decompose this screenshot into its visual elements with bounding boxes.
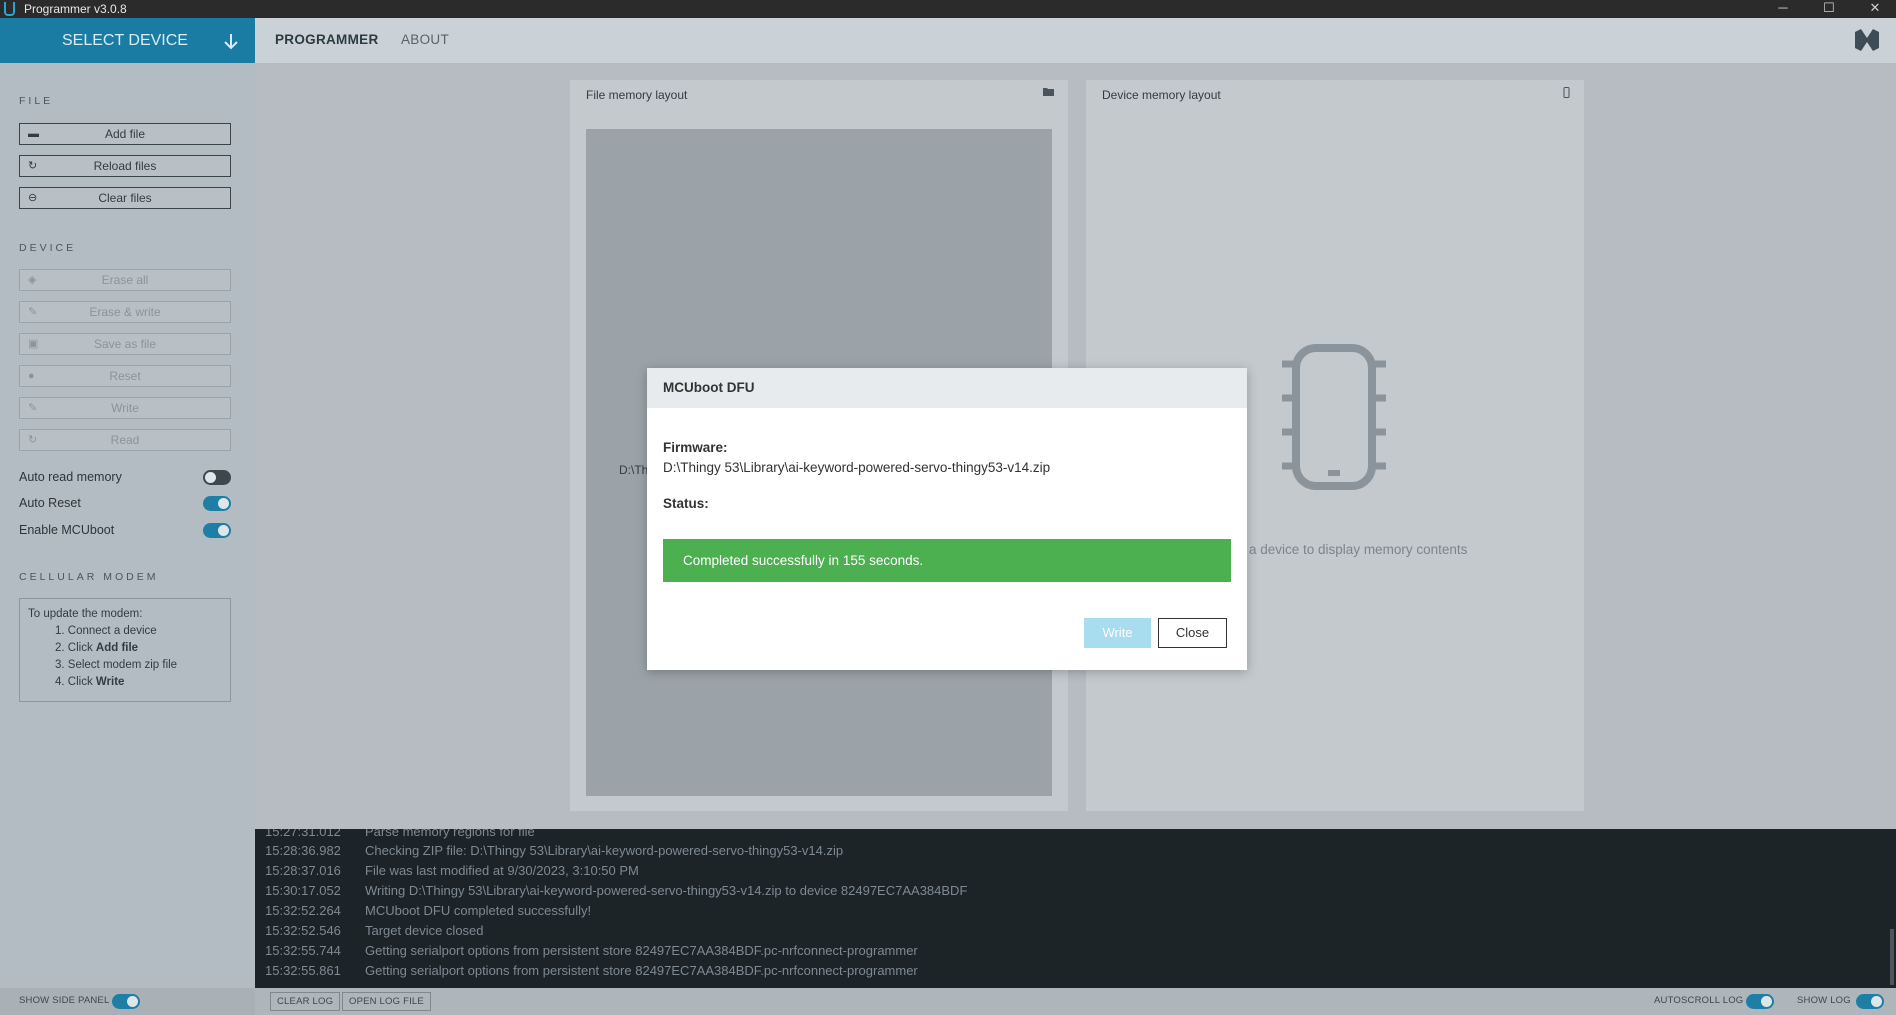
minimize-button[interactable]: ─	[1760, 0, 1806, 18]
auto-read-memory-label: Auto read memory	[19, 470, 122, 484]
save-icon: ▣	[28, 338, 39, 350]
mcuboot-dfu-dialog: MCUboot DFU Firmware: D:\Thingy 53\Libra…	[647, 368, 1247, 670]
modem-step-4: 4. Click Write	[55, 676, 125, 688]
add-file-label: Add file	[104, 127, 146, 141]
reload-files-button[interactable]: ↻ Reload files	[19, 155, 231, 177]
app-icon	[4, 2, 15, 16]
log-entry: 15:30:17.052 Writing D:\Thingy 53\Library…	[265, 883, 968, 898]
log-entry: 15:32:55.861 Getting serialport options f…	[265, 963, 918, 978]
footer-bar: SHOW SIDE PANEL CLEAR LOG OPEN LOG FILE …	[0, 988, 1896, 1015]
minus-circle-icon: ⊖	[28, 192, 38, 204]
cellular-modem-section-title: CELLULAR MODEM	[19, 571, 159, 583]
status-label: Status:	[663, 496, 709, 511]
chip-small-icon	[1563, 87, 1570, 101]
folder-icon: ▬	[28, 128, 39, 140]
clear-files-button[interactable]: ⊖ Clear files	[19, 187, 231, 209]
dialog-header: MCUboot DFU	[647, 368, 1247, 408]
modem-instructions: To update the modem: 1. Connect a device…	[19, 598, 231, 702]
auto-read-memory-switch[interactable]	[203, 470, 231, 485]
modem-step-1: 1. Connect a device	[55, 625, 157, 637]
nordic-logo	[1853, 28, 1881, 52]
show-log-label: SHOW LOG	[1797, 995, 1851, 1006]
file-memory-title: File memory layout	[586, 88, 688, 102]
maximize-button[interactable]: ☐	[1806, 0, 1852, 18]
window-close-button[interactable]: ✕	[1852, 0, 1896, 18]
window-titlebar: Programmer v3.0.8 ─ ☐ ✕	[0, 0, 1896, 18]
reset-button[interactable]: ● Reset	[19, 365, 231, 387]
add-file-button[interactable]: ▬ Add file	[19, 123, 231, 145]
modem-step-3: 3. Select modem zip file	[55, 659, 178, 671]
modem-step-2: 2. Click Add file	[55, 642, 139, 654]
reload-files-label: Reload files	[93, 159, 157, 173]
log-entry: 15:32:55.744 Getting serialport options f…	[265, 943, 918, 958]
file-path-label: D:\Th	[619, 463, 649, 477]
log-entry: 15:27:31.012 Parse memory regions for fil…	[265, 829, 535, 839]
autoscroll-log-label: AUTOSCROLL LOG	[1654, 995, 1744, 1006]
status-success-alert: Completed successfully in 155 seconds.	[663, 539, 1231, 582]
select-device-label: SELECT DEVICE	[62, 32, 188, 49]
dialog-close-button[interactable]: Close	[1158, 618, 1227, 648]
auto-reset-switch[interactable]	[203, 496, 231, 511]
log-entry: 15:28:36.982 Checking ZIP file: D:\Thingy…	[265, 843, 844, 858]
dialog-write-button[interactable]: Write	[1084, 618, 1151, 648]
navbar: SELECT DEVICE PROGRAMMER ABOUT	[0, 18, 1896, 63]
enable-mcuboot-label: Enable MCUboot	[19, 523, 115, 537]
device-memory-title: Device memory layout	[1102, 88, 1221, 102]
folder-icon[interactable]	[1043, 87, 1054, 99]
device-section-title: DEVICE	[19, 242, 77, 254]
log-entry: 15:32:52.546 Target device closed	[265, 923, 484, 938]
log-entry: 15:32:52.264 MCUboot DFU completed succes…	[265, 903, 592, 918]
auto-reset-toggle[interactable]: Auto Reset	[19, 494, 231, 512]
write-label: Write	[111, 401, 139, 415]
pencil-icon: ✎	[28, 402, 38, 414]
erase-all-label: Erase all	[101, 273, 149, 287]
write-button[interactable]: ✎ Write	[19, 397, 231, 419]
open-log-file-button[interactable]: OPEN LOG FILE	[342, 992, 431, 1011]
eraser-icon: ◈	[28, 274, 37, 286]
erase-all-button[interactable]: ◈ Erase all	[19, 269, 231, 291]
reload-icon: ↻	[28, 160, 38, 172]
file-section-title: FILE	[19, 95, 54, 107]
window-title: Programmer v3.0.8	[24, 2, 127, 16]
read-label: Read	[110, 433, 140, 447]
select-device-button[interactable]: SELECT DEVICE	[0, 18, 255, 63]
device-memory-hint: a device to display memory contents	[1249, 542, 1468, 557]
log-entry: 15:28:37.016 File was last modified at 9/…	[265, 863, 639, 878]
firmware-label: Firmware:	[663, 440, 728, 455]
clear-files-label: Clear files	[98, 191, 152, 205]
log-scrollbar[interactable]	[1890, 929, 1894, 985]
chip-icon	[1282, 342, 1386, 495]
erase-write-label: Erase & write	[89, 305, 161, 319]
modem-intro: To update the modem:	[28, 608, 143, 620]
reload-icon: ↻	[28, 434, 38, 446]
tab-about[interactable]: ABOUT	[401, 32, 449, 47]
reset-label: Reset	[109, 369, 141, 383]
read-button[interactable]: ↻ Read	[19, 429, 231, 451]
save-as-file-label: Save as file	[93, 337, 157, 351]
autoscroll-log-switch[interactable]	[1746, 994, 1774, 1009]
show-side-panel-label: SHOW SIDE PANEL	[19, 995, 110, 1006]
erase-write-button[interactable]: ✎ Erase & write	[19, 301, 231, 323]
enable-mcuboot-toggle[interactable]: Enable MCUboot	[19, 521, 231, 539]
show-log-switch[interactable]	[1856, 994, 1884, 1009]
clear-log-button[interactable]: CLEAR LOG	[270, 992, 341, 1011]
save-as-file-button[interactable]: ▣ Save as file	[19, 333, 231, 355]
dot-icon: ●	[28, 370, 35, 382]
show-side-panel-switch[interactable]	[112, 994, 140, 1009]
side-panel: FILE ▬ Add file ↻ Reload files ⊖ Clear f…	[0, 63, 255, 988]
footer-side: SHOW SIDE PANEL	[0, 988, 255, 1015]
auto-read-memory-toggle[interactable]: Auto read memory	[19, 468, 231, 486]
enable-mcuboot-switch[interactable]	[203, 523, 231, 538]
auto-reset-label: Auto Reset	[19, 496, 81, 510]
log-panel[interactable]: 15:27:31.012 Parse memory regions for fil…	[255, 829, 1896, 988]
tab-programmer[interactable]: PROGRAMMER	[275, 32, 379, 47]
firmware-path: D:\Thingy 53\Library\ai-keyword-powered-…	[663, 460, 1051, 475]
dialog-title: MCUboot DFU	[663, 380, 755, 395]
pencil-icon: ✎	[28, 306, 38, 318]
